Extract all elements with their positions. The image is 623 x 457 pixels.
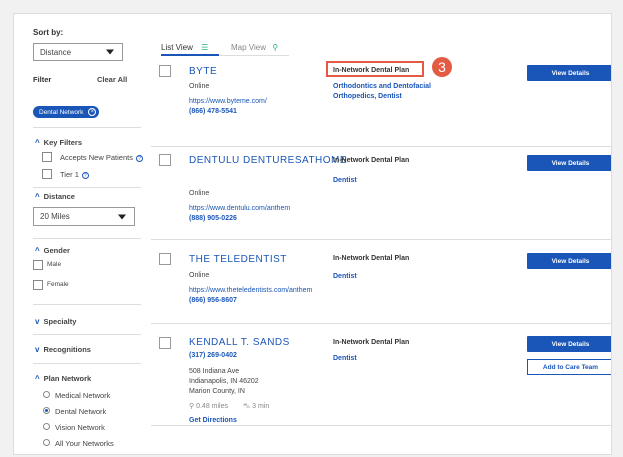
tab-list-view[interactable]: List View ☰ (161, 43, 208, 52)
provider-location: Online (189, 190, 210, 197)
network-status: In-Network Dental Plan (333, 255, 410, 262)
vision-network-radio[interactable] (43, 423, 50, 430)
female-label: Female (47, 281, 69, 288)
provider-search-panel: Sort by: Distance Filter Clear All Denta… (13, 13, 612, 455)
add-to-care-team-button[interactable]: Add to Care Team (527, 359, 611, 375)
provider-card: THE TELEDENTIST Online https://www.thete… (151, 239, 611, 324)
map-pin-icon: ⚲ (272, 43, 279, 52)
view-details-button[interactable]: View Details (527, 65, 611, 81)
distance-header[interactable]: ^ Distance (35, 192, 75, 201)
provider-website-link[interactable]: https://www.theteledentists.com/anthem (189, 287, 312, 294)
provider-website-link[interactable]: https://www.byteme.com/ (189, 98, 267, 105)
view-details-button[interactable]: View Details (527, 155, 611, 171)
provider-distance: ⚲ 0.48 miles (189, 403, 228, 410)
results-panel: List View ☰ Map View ⚲ BYTE Online https… (151, 14, 611, 454)
provider-drive-time: ⛍ 3 min (243, 403, 270, 410)
network-status: In-Network Dental Plan (333, 157, 410, 164)
provider-specialty: Orthodontics and Dentofacial Orthopedics… (333, 83, 432, 100)
compare-checkbox[interactable] (159, 253, 171, 265)
close-icon[interactable]: × (88, 108, 97, 116)
sort-value: Distance (40, 47, 72, 57)
sort-label: Sort by: (33, 28, 64, 37)
provider-phone[interactable]: (866) 956-8607 (189, 297, 237, 304)
clear-all-link[interactable]: Clear All (97, 75, 127, 84)
info-icon[interactable]: ? (81, 171, 89, 179)
specialty-header[interactable]: v Specialty (35, 317, 76, 326)
compare-checkbox[interactable] (159, 337, 171, 349)
female-checkbox[interactable] (33, 280, 43, 290)
medical-network-radio[interactable] (43, 391, 50, 398)
sort-select[interactable]: Distance (33, 43, 123, 61)
distance-value: 20 Miles (40, 212, 70, 221)
annotation-number-badge: 3 (432, 57, 452, 77)
divider (33, 127, 141, 128)
provider-location: Online (189, 272, 210, 279)
all-networks-radio[interactable] (43, 439, 50, 446)
chevron-up-icon: ^ (35, 138, 40, 147)
distance-select[interactable]: 20 Miles (33, 207, 135, 226)
get-directions-link[interactable]: Get Directions (189, 417, 237, 424)
filter-sidebar: Sort by: Distance Filter Clear All Denta… (14, 14, 144, 454)
info-icon[interactable]: ? (135, 154, 143, 162)
provider-card: DENTULU DENTURESATHOME Online https://ww… (151, 146, 611, 240)
dental-network-radio[interactable] (43, 407, 50, 414)
plan-network-header[interactable]: ^ Plan Network (35, 374, 91, 383)
provider-specialty: Dentist (333, 177, 357, 184)
recognitions-header[interactable]: v Recognitions (35, 345, 91, 354)
list-icon: ☰ (201, 43, 209, 52)
provider-phone[interactable]: (317) 269-0402 (189, 352, 237, 359)
provider-location: Online (189, 83, 210, 90)
provider-specialty: Dentist (333, 355, 357, 362)
provider-phone[interactable]: (866) 478-5541 (189, 108, 237, 115)
active-filter-chip[interactable]: Dental Network × (33, 106, 100, 118)
all-networks-label: All Your Networks (55, 439, 114, 448)
network-status: In-Network Dental Plan (333, 339, 410, 346)
provider-address-line1: 508 Indiana Ave (189, 368, 240, 375)
male-checkbox[interactable] (33, 260, 43, 270)
view-details-button[interactable]: View Details (527, 253, 611, 269)
chevron-down-icon: v (35, 345, 40, 354)
tier-1-label: Tier 1? (60, 170, 89, 179)
medical-network-label: Medical Network (55, 391, 111, 400)
divider (33, 187, 141, 188)
provider-card: KENDALL T. SANDS (317) 269-0402 508 Indi… (151, 323, 611, 426)
divider (33, 334, 141, 335)
chevron-up-icon: ^ (35, 246, 40, 255)
key-filters-header[interactable]: ^ Key Filters (35, 138, 82, 147)
chevron-down-icon (118, 214, 126, 219)
car-icon: ⛍ (243, 403, 251, 410)
provider-specialty: Dentist (333, 273, 357, 280)
chevron-up-icon: ^ (35, 192, 40, 201)
dental-network-label: Dental Network (55, 407, 107, 416)
male-label: Male (47, 261, 62, 268)
chevron-down-icon: v (35, 317, 40, 326)
accepts-new-patients-checkbox[interactable] (42, 152, 52, 162)
annotation-highlight-box (326, 61, 424, 77)
provider-address-line3: Marion County, IN (189, 388, 245, 395)
tier-1-checkbox[interactable] (42, 169, 52, 179)
compare-checkbox[interactable] (159, 65, 171, 77)
divider (33, 304, 141, 305)
tab-map-view[interactable]: Map View ⚲ (231, 43, 278, 52)
chevron-down-icon (106, 49, 114, 55)
filter-label: Filter (33, 75, 52, 84)
divider (33, 363, 141, 364)
view-details-button[interactable]: View Details (527, 336, 611, 352)
provider-website-link[interactable]: https://www.dentulu.com/anthem (189, 205, 290, 212)
provider-address-line2: Indianapolis, IN 46202 (189, 378, 259, 385)
chip-label: Dental Network (39, 108, 84, 116)
gender-header[interactable]: ^ Gender (35, 246, 70, 255)
provider-phone[interactable]: (888) 905-0226 (189, 215, 237, 222)
accepts-new-patients-label: Accepts New Patients? (60, 153, 143, 162)
map-pin-icon: ⚲ (189, 403, 195, 410)
chevron-up-icon: ^ (35, 374, 40, 383)
vision-network-label: Vision Network (55, 423, 105, 432)
divider (33, 238, 141, 239)
compare-checkbox[interactable] (159, 154, 171, 166)
